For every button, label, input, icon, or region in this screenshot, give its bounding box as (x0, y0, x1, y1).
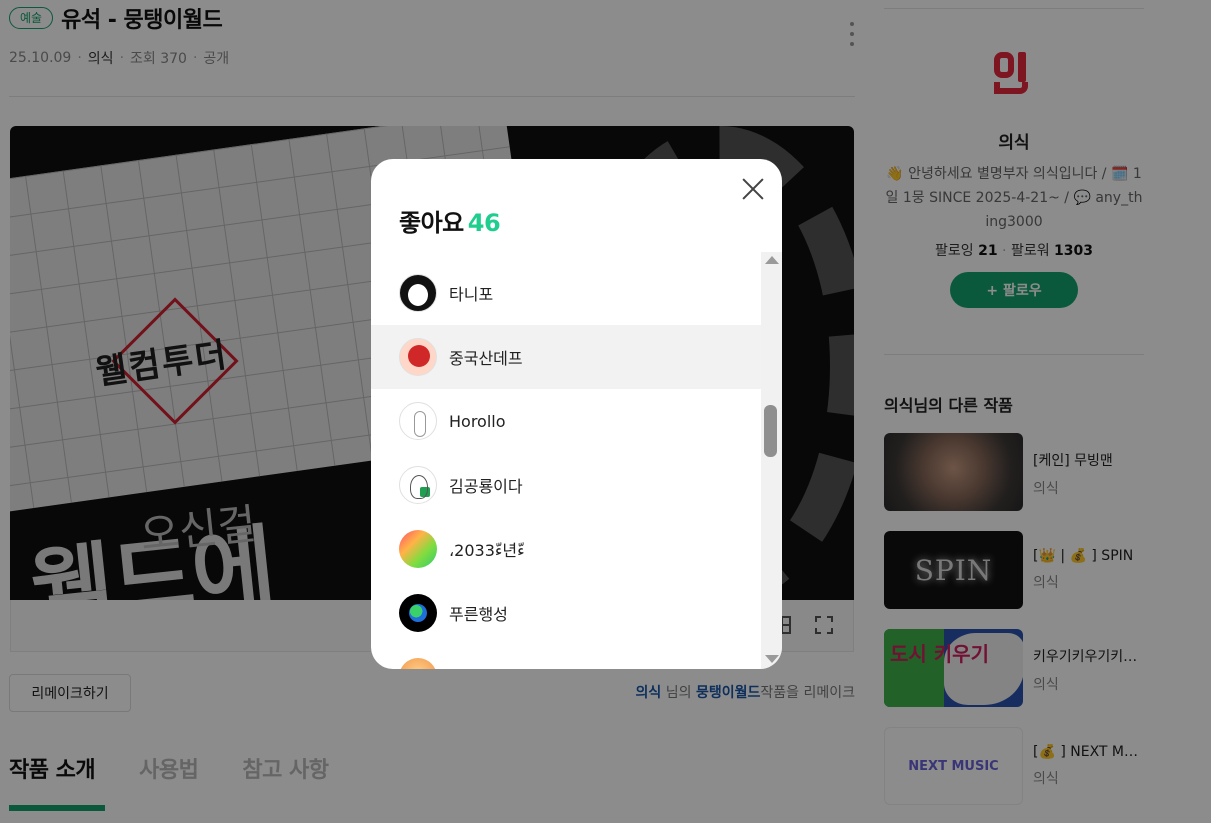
user-name[interactable]: Horollo (449, 412, 506, 431)
list-item[interactable]: 중국산데프 (371, 325, 761, 389)
avatar[interactable] (399, 466, 437, 504)
scrollbar-thumb[interactable] (764, 405, 777, 457)
scroll-up-arrow-icon[interactable] (765, 256, 779, 264)
user-name[interactable]: 김공룡이다 (449, 473, 523, 497)
avatar[interactable] (399, 658, 437, 669)
list-item[interactable]: 푸른행성 (371, 581, 761, 645)
scrollbar[interactable] (761, 252, 782, 669)
avatar[interactable] (399, 338, 437, 376)
avatar[interactable] (399, 402, 437, 440)
user-name[interactable]: ،ءّ2033년ءّ (449, 537, 525, 561)
scroll-down-arrow-icon[interactable] (765, 655, 779, 663)
avatar[interactable] (399, 594, 437, 632)
close-icon[interactable] (739, 175, 767, 203)
modal-title: 좋아요 46 (399, 209, 501, 237)
list-item[interactable]: Horollo (371, 389, 761, 453)
list-item[interactable]: ،ءّ2033년ءّ (371, 517, 761, 581)
user-name[interactable]: 타니포 (449, 281, 493, 305)
list-item[interactable]: 김공룡이다 (371, 453, 761, 517)
likes-modal: 좋아요 46 타니포 중국산데프 Horollo 김공룡이다 ،ءّ2033년ءّ… (371, 159, 782, 669)
user-name[interactable]: 푸른행성 (449, 601, 508, 625)
avatar[interactable] (399, 274, 437, 312)
user-name[interactable]: 중국산데프 (449, 345, 523, 369)
avatar[interactable] (399, 530, 437, 568)
likes-list: 타니포 중국산데프 Horollo 김공룡이다 ،ءّ2033년ءّ 푸른행성 (371, 261, 761, 669)
list-item[interactable]: 타니포 (371, 261, 761, 325)
likes-count: 46 (467, 209, 501, 237)
list-item[interactable] (371, 645, 761, 669)
